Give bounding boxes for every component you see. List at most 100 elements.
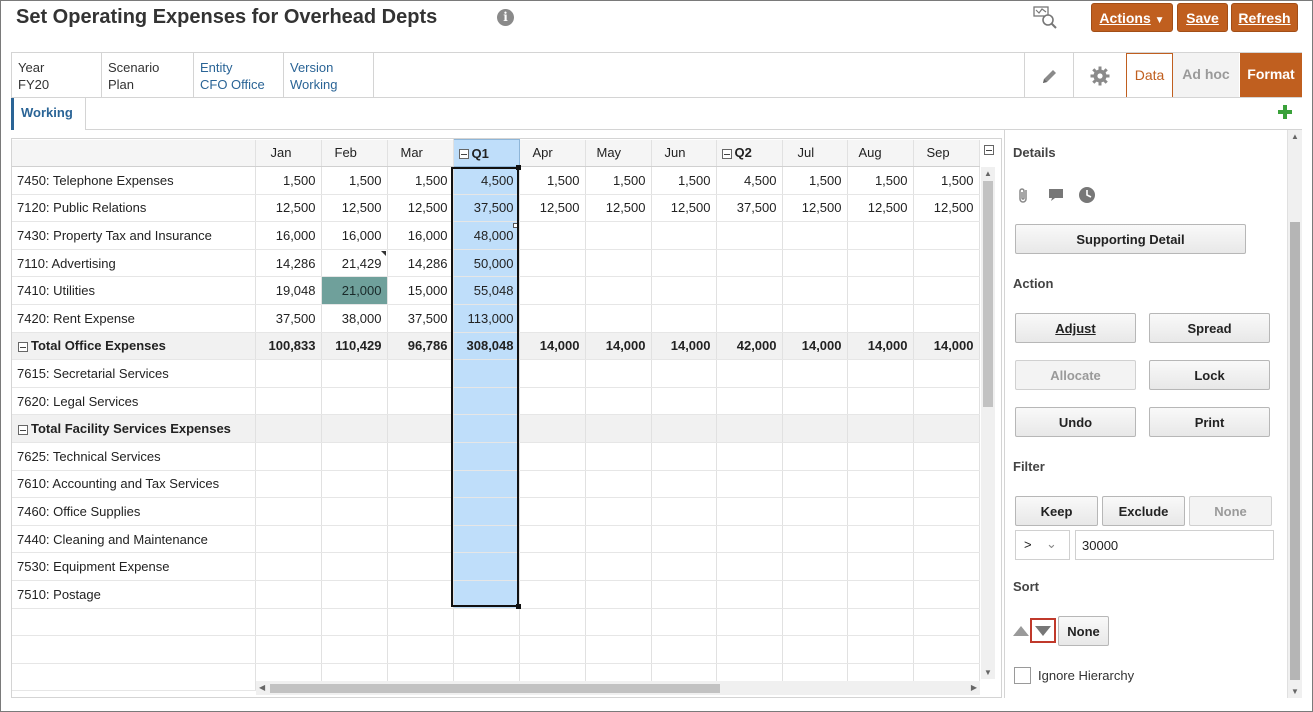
grid-cell[interactable] [585, 276, 652, 305]
grid-cell[interactable] [453, 525, 520, 554]
scroll-up-icon[interactable]: ▲ [984, 169, 992, 178]
grid-cell[interactable] [519, 442, 586, 471]
filter-value-input[interactable] [1075, 530, 1274, 560]
grid-cell[interactable] [782, 497, 848, 526]
grid-cell[interactable]: 4,500 [453, 166, 520, 195]
grid-cell[interactable] [321, 525, 388, 554]
grid-cell[interactable] [585, 470, 652, 499]
grid-cell[interactable] [519, 414, 586, 443]
grid-cell[interactable] [387, 552, 454, 581]
grid-cell[interactable] [321, 497, 388, 526]
grid-cell[interactable] [519, 359, 586, 388]
grid-cell[interactable]: 100,833 [255, 332, 322, 361]
grid-cell[interactable] [387, 470, 454, 499]
grid-cell[interactable] [453, 470, 520, 499]
grid-cell[interactable]: 50,000 [453, 249, 520, 278]
grid-cell[interactable] [585, 635, 652, 664]
tab-working[interactable]: Working [11, 98, 86, 130]
grid-cell[interactable] [651, 635, 717, 664]
tab-data[interactable]: Data [1126, 53, 1173, 97]
grid-cell[interactable] [782, 552, 848, 581]
grid-cell[interactable] [913, 442, 980, 471]
grid-cell[interactable]: 4,500 [716, 166, 783, 195]
grid-cell[interactable] [782, 580, 848, 609]
col-header-jun[interactable]: Jun [651, 139, 717, 167]
grid-cell[interactable]: 1,500 [651, 166, 717, 195]
grid-cell[interactable]: 37,500 [453, 194, 520, 223]
grid-horizontal-scrollbar[interactable]: ◀ ▶ [256, 681, 980, 695]
grid-cell[interactable] [847, 525, 914, 554]
grid-cell[interactable]: 14,286 [255, 249, 322, 278]
grid-cell[interactable] [651, 497, 717, 526]
grid-cell[interactable]: 14,000 [913, 332, 980, 361]
grid-cell[interactable] [913, 304, 980, 333]
refresh-button[interactable]: Refresh [1231, 3, 1298, 32]
row-header[interactable] [12, 663, 256, 692]
grid-cell[interactable] [519, 470, 586, 499]
row-header[interactable] [12, 635, 256, 664]
grid-cell[interactable]: 37,500 [387, 304, 454, 333]
info-icon[interactable]: i [497, 9, 514, 26]
grid-cell[interactable] [585, 525, 652, 554]
grid-cell[interactable] [321, 552, 388, 581]
grid-cell[interactable] [913, 221, 980, 250]
grid-cell[interactable] [913, 635, 980, 664]
comment-icon[interactable] [1047, 186, 1065, 204]
scroll-down-icon[interactable]: ▼ [1291, 687, 1299, 696]
collapse-icon[interactable] [458, 149, 469, 160]
grid-cell[interactable] [716, 414, 783, 443]
grid-cell[interactable] [651, 249, 717, 278]
grid-cell[interactable] [255, 442, 322, 471]
grid-cell[interactable]: 1,500 [387, 166, 454, 195]
ignore-hierarchy-checkbox[interactable] [1014, 667, 1031, 684]
row-header[interactable]: 7620: Legal Services [12, 387, 256, 416]
grid-cell[interactable]: 12,500 [651, 194, 717, 223]
grid-cell[interactable]: 14,000 [519, 332, 586, 361]
collapse-icon[interactable] [721, 148, 732, 159]
row-header[interactable]: 7510: Postage [12, 580, 256, 609]
grid-cell[interactable] [847, 470, 914, 499]
grid-cell[interactable]: 21,429 [321, 249, 388, 278]
grid-cell[interactable] [913, 276, 980, 305]
grid-cell[interactable] [321, 470, 388, 499]
col-header-mar[interactable]: Mar [387, 139, 454, 167]
grid-cell[interactable] [585, 359, 652, 388]
collapse-icon[interactable] [984, 145, 994, 155]
panel-scrollbar[interactable]: ▲ ▼ [1287, 130, 1302, 698]
row-header[interactable]: 7110: Advertising [12, 249, 256, 278]
tab-format[interactable]: Format [1240, 53, 1302, 97]
plus-icon[interactable] [1277, 104, 1293, 120]
adjust-button[interactable]: Adjust [1015, 313, 1136, 343]
grid-cell[interactable]: 38,000 [321, 304, 388, 333]
grid-cell[interactable] [387, 608, 454, 637]
row-header[interactable]: 7610: Accounting and Tax Services [12, 470, 256, 499]
grid-cell[interactable] [387, 359, 454, 388]
grid-cell[interactable] [255, 580, 322, 609]
grid-cell[interactable] [453, 552, 520, 581]
scroll-left-icon[interactable]: ◀ [259, 683, 265, 692]
grid-cell[interactable] [716, 635, 783, 664]
grid-cell[interactable] [387, 387, 454, 416]
grid-cell[interactable]: 1,500 [255, 166, 322, 195]
grid-cell[interactable]: 110,429 [321, 332, 388, 361]
tab-adhoc[interactable]: Ad hoc [1173, 53, 1239, 97]
undo-button[interactable]: Undo [1015, 407, 1136, 437]
grid-cell[interactable] [913, 359, 980, 388]
grid-cell[interactable] [716, 221, 783, 250]
grid-cell[interactable] [716, 387, 783, 416]
grid-cell[interactable]: 308,048 [453, 332, 520, 361]
scroll-right-icon[interactable]: ▶ [971, 683, 977, 692]
grid-cell[interactable]: 12,500 [847, 194, 914, 223]
grid-cell[interactable] [847, 359, 914, 388]
scroll-up-icon[interactable]: ▲ [1291, 132, 1299, 141]
grid-cell[interactable] [782, 525, 848, 554]
col-header-may[interactable]: May [585, 139, 652, 167]
grid-cell[interactable]: 1,500 [847, 166, 914, 195]
grid-cell[interactable] [651, 442, 717, 471]
grid-cell[interactable] [453, 608, 520, 637]
grid-cell[interactable] [585, 552, 652, 581]
grid-cell[interactable]: 12,500 [387, 194, 454, 223]
scroll-down-icon[interactable]: ▼ [984, 668, 992, 677]
col-header-jan[interactable]: Jan [255, 139, 322, 167]
grid-cell[interactable]: 21,000 [321, 276, 388, 305]
